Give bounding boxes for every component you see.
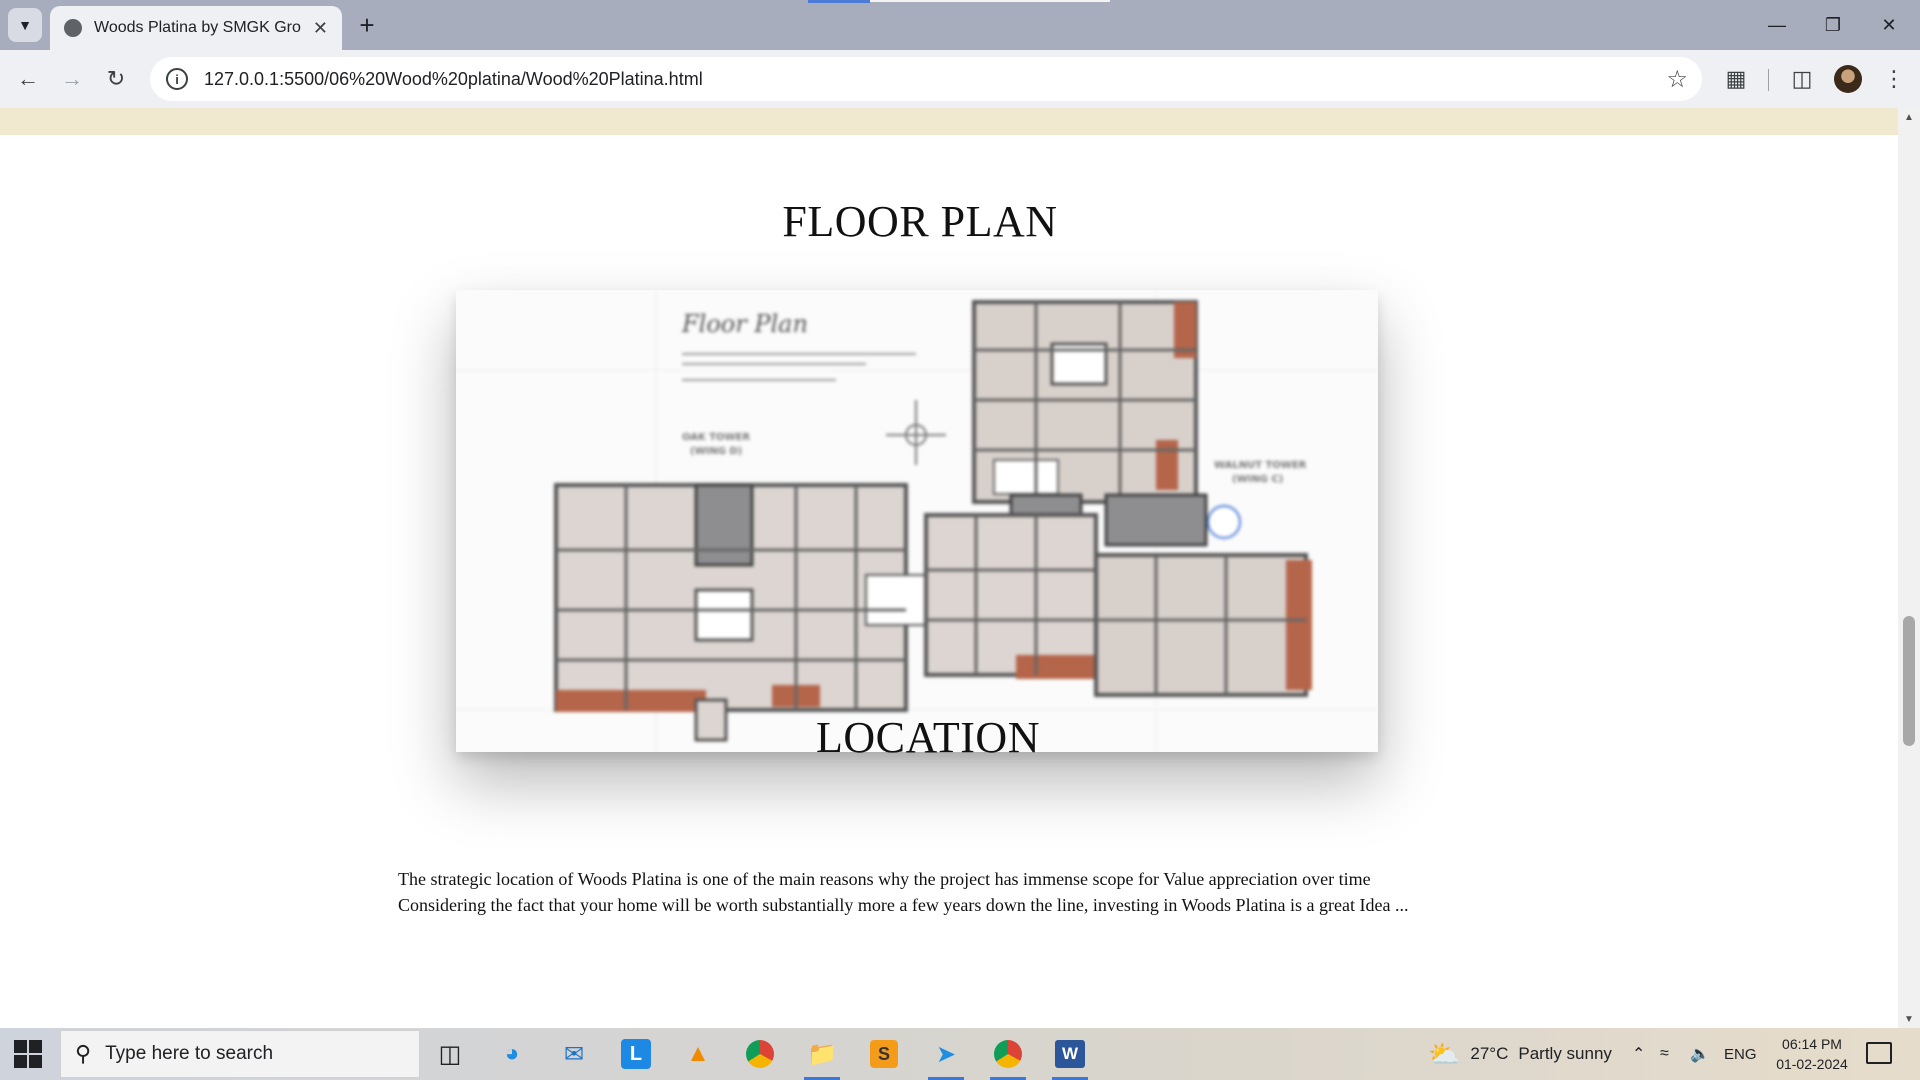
tab-active[interactable]: Woods Platina by SMGK Group ✕ [50,6,342,50]
menu-kebab-icon[interactable]: ⋮ [1878,63,1910,95]
show-hidden-icons-icon[interactable]: ⌃ [1632,1028,1645,1080]
close-tab-icon[interactable]: ✕ [313,18,328,39]
page-scrollbar[interactable]: ▲ ▼ [1898,108,1920,1028]
network-icon[interactable]: ≈ [1660,1028,1669,1080]
tab-search-button[interactable]: ▼ [8,8,42,42]
reload-button[interactable]: ↻ [98,61,134,97]
windows-start-icon[interactable] [14,1040,42,1068]
location-description: The strategic location of Woods Platina … [398,866,1498,918]
mail-icon[interactable]: ✉ [552,1034,596,1074]
location-heading: LOCATION [816,713,1040,762]
chrome-profile-icon[interactable] [986,1034,1030,1080]
partly-sunny-icon: ⛅ [1428,1038,1461,1069]
tab-title: Woods Platina by SMGK Group [94,19,301,36]
clock-date: 01-02-2024 [1776,1056,1848,1072]
forward-button[interactable]: → [54,61,90,97]
sublime-text-icon[interactable]: S [862,1034,906,1074]
vscode-icon[interactable]: ➤ [924,1034,968,1080]
weather-text: Partly sunny [1518,1044,1612,1063]
restore-button[interactable]: ❐ [1810,8,1856,42]
volume-icon[interactable]: 🔈 [1690,1028,1710,1080]
scroll-down-arrow-icon[interactable]: ▼ [1904,1014,1914,1025]
weather-temp: 27°C [1470,1044,1509,1063]
file-explorer-icon[interactable]: 📁 [800,1034,844,1080]
toolbar-separator [1768,69,1769,91]
l-app-icon[interactable]: L [614,1034,658,1074]
chevron-down-icon: ▼ [18,17,32,33]
taskbar-search-placeholder[interactable]: Type here to search [105,1043,273,1065]
plan-handwritten-title: Floor Plan [681,310,808,338]
floor-plan-heading: FLOOR PLAN [782,197,1058,246]
location-line-2: Considering the fact that your home will… [398,895,1409,915]
weather-widget[interactable]: ⛅ 27°C Partly sunny [1428,1028,1612,1080]
site-info-icon[interactable]: i [166,68,188,90]
url-text[interactable]: 127.0.0.1:5500/06%20Wood%20platina/Wood%… [204,69,703,90]
language-indicator[interactable]: ENG [1724,1028,1757,1080]
tower-label-left-1: OAK TOWER [682,432,750,443]
taskbar-search-box[interactable]: ⚲ Type here to search [60,1030,420,1078]
globe-icon [64,19,82,37]
floor-plan-image: Floor Plan OAK TOWER (WING D) WALNUT TOW… [456,290,1378,752]
location-line-1: The strategic location of Woods Platina … [398,869,1371,889]
close-window-button[interactable]: ✕ [1866,8,1912,42]
new-tab-button[interactable]: + [352,10,382,40]
bookmark-star-icon[interactable]: ☆ [1666,65,1688,94]
scroll-up-arrow-icon[interactable]: ▲ [1904,112,1914,123]
task-view-icon[interactable]: ◫ [428,1034,472,1074]
profile-avatar[interactable] [1834,65,1862,93]
scroll-thumb[interactable] [1903,616,1915,746]
chrome-icon[interactable] [738,1034,782,1074]
system-clock[interactable]: 06:14 PM 01-02-2024 [1764,1034,1860,1074]
tower-label-right-2: (WING C) [1232,474,1283,485]
vlc-icon[interactable]: ▲ [676,1034,720,1074]
side-panel-icon[interactable]: ◫ [1786,63,1818,95]
tower-label-right-1: WALNUT TOWER [1214,460,1307,471]
address-bar[interactable]: i 127.0.0.1:5500/06%20Wood%20platina/Woo… [150,57,1702,101]
notification-center-icon[interactable] [1866,1042,1892,1064]
extensions-icon[interactable]: ▦ [1720,63,1752,95]
loading-indicator [808,0,870,3]
search-icon: ⚲ [75,1041,92,1066]
minimize-button[interactable]: — [1754,8,1800,42]
word-icon[interactable]: W [1048,1034,1092,1080]
tower-label-left-2: (WING D) [690,446,742,457]
back-button[interactable]: ← [10,61,46,97]
header-strip [0,108,1898,135]
browser-toolbar: ← → ↻ i 127.0.0.1:5500/06%20Wood%20plati… [0,50,1920,108]
taskbar: ⚲ Type here to search ◫ ◕ ✉ L ▲ 📁 S ➤ W … [0,1028,1920,1080]
clock-time: 06:14 PM [1782,1036,1842,1052]
loading-track [870,0,1110,2]
edge-icon[interactable]: ◕ [490,1034,534,1074]
tab-strip: ▼ Woods Platina by SMGK Group ✕ + — ❐ ✕ [0,0,1920,50]
